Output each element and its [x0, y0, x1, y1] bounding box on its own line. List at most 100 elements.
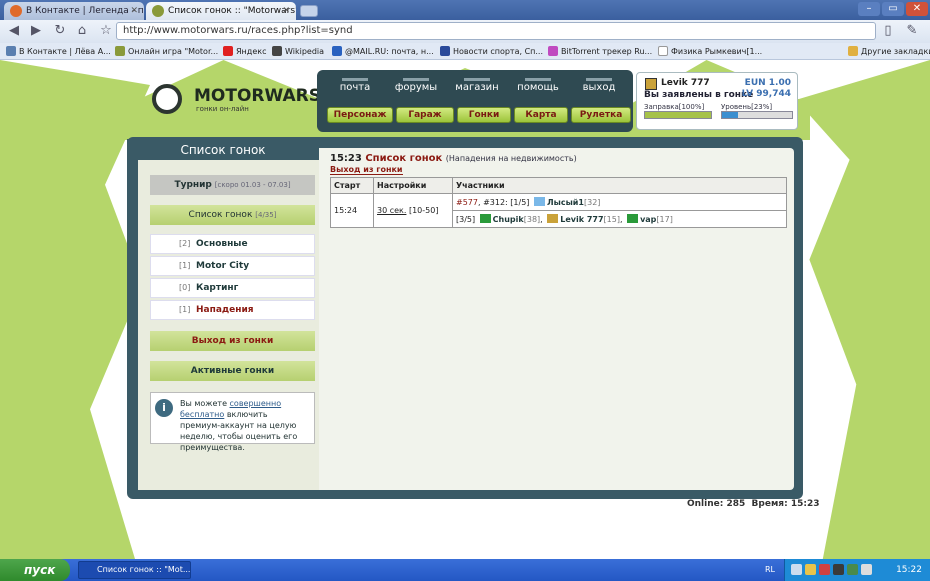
tray-network-icon[interactable] [791, 564, 802, 575]
exit-race-button[interactable]: Выход из гонки [150, 331, 315, 351]
race-start-time: 15:24 [330, 193, 374, 228]
tournament-label: Турнир [174, 180, 212, 190]
bookmark-label: Яндекс [236, 47, 267, 56]
races-table: Старт Настройки Участники 15:24 30 сек. … [330, 177, 787, 228]
bookmark-label: Онлайн игра "Motor... [128, 47, 219, 56]
title-text: Список гонок [365, 153, 443, 164]
table-header: Старт Настройки Участники [330, 177, 787, 194]
tray-antivirus-icon[interactable] [819, 564, 830, 575]
bookmark-item[interactable]: Онлайн игра "Motor... [115, 43, 218, 60]
character-button[interactable]: Персонаж [327, 107, 393, 123]
bookmark-item[interactable]: Новости спорта, Сп... [440, 43, 543, 60]
page-menu-icon[interactable]: ▯ [880, 23, 896, 39]
folder-icon [848, 46, 858, 56]
maximize-button[interactable]: ▭ [882, 2, 904, 16]
garage-button[interactable]: Гараж [396, 107, 454, 123]
address-bar[interactable]: http://www.motorwars.ru/races.php?list=s… [116, 22, 876, 40]
tournament-button[interactable]: Турнир [скоро 01.03 - 07.03] [150, 175, 315, 195]
bookmark-label: Физика Рымкевич[1... [671, 47, 763, 56]
tray-app-icon[interactable] [805, 564, 816, 575]
mail-icon [332, 46, 342, 56]
new-tab-button[interactable] [300, 5, 318, 17]
participant-name[interactable]: vap [640, 215, 656, 224]
info-icon: i [155, 399, 173, 417]
opponent-level: [32] [583, 198, 601, 207]
tray-volume-icon[interactable] [861, 564, 872, 575]
page-title: 15:23 Список гонок (Нападения на недвижи… [330, 153, 577, 164]
logo-mark-icon [152, 84, 182, 114]
forward-arrow-icon[interactable]: ▶ [28, 23, 44, 39]
taskbar-item-browser[interactable]: Список гонок :: "Mot... [78, 561, 191, 579]
bookmark-item[interactable]: Wikipedia [272, 43, 324, 60]
minimize-button[interactable]: – [858, 2, 880, 16]
motorwars-icon [115, 46, 125, 56]
menu-mail[interactable]: почта [325, 78, 385, 93]
wrench-icon[interactable]: ✎ [904, 23, 920, 39]
bookmark-label: @MAIL.RU: почта, н... [345, 47, 434, 56]
race-id-link[interactable]: #577 [456, 198, 478, 207]
bookmark-item[interactable]: В Контакте | Лёва А... [6, 43, 111, 60]
participant-name[interactable]: Chupik [493, 215, 524, 224]
close-window-button[interactable]: ✕ [906, 2, 928, 16]
grass-decoration [796, 60, 930, 559]
race-list-count: [4/35] [255, 211, 277, 219]
language-indicator[interactable]: RL [765, 559, 775, 581]
other-bookmarks[interactable]: Другие закладки [848, 43, 930, 60]
participant-name[interactable]: Levik 777 [560, 215, 603, 224]
exit-race-link[interactable]: Выход из гонки [330, 165, 403, 175]
race-list-label: Список гонок [188, 210, 253, 220]
user-name[interactable]: Levik 777 [661, 78, 710, 88]
sidebar-item-motor-city[interactable]: [1] Motor City [150, 256, 315, 276]
start-label: пуск [24, 563, 56, 577]
sidebar-item-karting[interactable]: [0] Картинг [150, 278, 315, 298]
menu-forums[interactable]: форумы [386, 78, 446, 93]
info-text: Вы можете [180, 399, 230, 408]
online-status: Online: 285 Время: 15:23 [687, 499, 819, 509]
bookmark-item[interactable]: Яндекс [223, 43, 266, 60]
bookmark-item[interactable]: BitTorrent трекер Ru... [548, 43, 652, 60]
avatar[interactable] [645, 78, 657, 90]
races-button[interactable]: Гонки [457, 107, 511, 123]
bookmarks-bar: В Контакте | Лёва А... Онлайн игра "Moto… [0, 43, 930, 60]
menu-help[interactable]: помощь [508, 78, 568, 93]
clock[interactable]: 15:22 [896, 559, 922, 581]
map-button[interactable]: Карта [514, 107, 568, 123]
system-tray: 15:22 [784, 559, 930, 581]
browser-titlebar: В Контакте | Легенда - п... ✕ Список гон… [0, 0, 930, 20]
back-arrow-icon[interactable]: ◀ [6, 23, 22, 39]
tab-title: В Контакте | Легенда - п... [26, 6, 144, 16]
active-races-button[interactable]: Активные гонки [150, 361, 315, 381]
browser-tab-vkontakte[interactable]: В Контакте | Легенда - п... ✕ [4, 2, 144, 20]
start-button[interactable]: пуск [0, 559, 70, 581]
menu-shop[interactable]: магазин [447, 78, 507, 93]
sidebar-item-attacks[interactable]: [1] Нападения [150, 300, 315, 320]
settings-link[interactable]: 30 сек. [377, 206, 406, 215]
race-settings: 30 сек. [10-50] [373, 193, 453, 228]
bookmark-star-icon[interactable]: ☆ [98, 23, 114, 39]
menu-logout[interactable]: выход [569, 78, 629, 93]
online-count: Online: 285 [687, 499, 746, 509]
bookmark-item[interactable]: @MAIL.RU: почта, н... [332, 43, 434, 60]
reload-icon[interactable]: ↻ [52, 23, 68, 39]
level-label: Уровень[23%] [721, 103, 773, 111]
home-icon[interactable]: ⌂ [74, 23, 90, 39]
sidebar-item-main[interactable]: [2] Основные [150, 234, 315, 254]
eun-balance: EUN 1.00 [744, 78, 791, 88]
close-tab-icon[interactable]: ✕ [130, 2, 138, 20]
opponent-name[interactable]: Лысый1 [547, 198, 584, 207]
bookmark-item[interactable]: Физика Рымкевич[1... [658, 43, 762, 60]
browser-tab-motorwars[interactable]: Список гонок :: "Motorwars" ✕ [146, 2, 296, 20]
bookmark-label: BitTorrent трекер Ru... [561, 47, 653, 56]
roulette-button[interactable]: Рулетка [571, 107, 631, 123]
user-status: Вы заявлены в гонке [644, 90, 754, 100]
race-list-button[interactable]: Список гонок [4/35] [150, 205, 315, 225]
item-label: Нападения [196, 305, 254, 315]
tray-app-icon[interactable] [847, 564, 858, 575]
flag-icon [479, 214, 491, 223]
premium-info-box: i Вы можете совершенно бесплатно включит… [150, 392, 315, 452]
user-panel: Levik 777 Вы заявлены в гонке EUN 1.00 L… [636, 72, 798, 130]
task-label: Список гонок :: "Mot... [97, 565, 191, 574]
server-time: Время: 15:23 [751, 499, 820, 509]
tray-app-icon[interactable] [833, 564, 844, 575]
close-tab-icon[interactable]: ✕ [282, 2, 290, 20]
